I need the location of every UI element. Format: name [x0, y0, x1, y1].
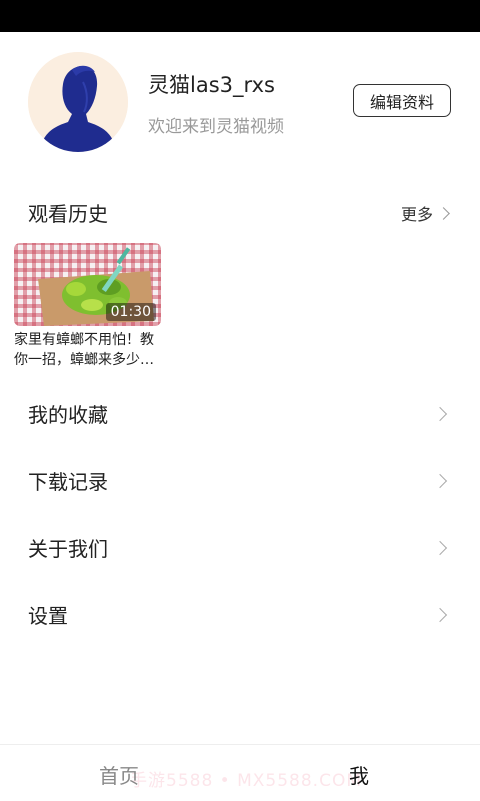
menu-item-label: 我的收藏	[28, 403, 108, 427]
username: 灵猫las3_rxs	[148, 73, 275, 97]
watch-history-title: 观看历史	[28, 202, 108, 226]
avatar[interactable]	[28, 52, 128, 152]
status-bar	[0, 0, 480, 32]
chevron-right-icon	[437, 206, 450, 220]
history-more-label: 更多	[400, 205, 433, 224]
video-duration: 01:30	[105, 303, 156, 321]
chevron-right-icon	[432, 540, 448, 555]
menu-list: 我的收藏 下载记录 关于我们 设置	[0, 380, 480, 648]
history-video-card[interactable]: 01:30 家里有蟑螂不用怕！教你一招，蟑螂来多少…	[14, 243, 162, 370]
profile-header: 灵猫las3_rxs 欢迎来到灵猫视频 编辑资料	[0, 32, 480, 182]
menu-item-about[interactable]: 关于我们	[0, 514, 480, 581]
welcome-text: 欢迎来到灵猫视频	[148, 117, 284, 137]
edit-profile-button[interactable]: 编辑资料	[353, 84, 451, 117]
chevron-right-icon	[432, 473, 448, 488]
tab-me[interactable]: 我	[349, 760, 369, 789]
menu-item-settings[interactable]: 设置	[0, 581, 480, 648]
watermark-text: 手游5588 • MX5588.COM	[130, 771, 362, 791]
video-thumbnail[interactable]: 01:30	[14, 243, 161, 326]
user-silhouette-icon	[28, 52, 128, 152]
bottom-tab-bar: 手游5588 • MX5588.COM 首页 我	[0, 744, 480, 801]
video-title: 家里有蟑螂不用怕！教你一招，蟑螂来多少…	[14, 332, 154, 368]
tab-home[interactable]: 首页	[99, 760, 139, 789]
menu-item-downloads[interactable]: 下载记录	[0, 447, 480, 514]
menu-item-label: 关于我们	[28, 537, 108, 561]
chevron-right-icon	[432, 406, 448, 421]
chevron-right-icon	[432, 607, 448, 622]
menu-item-label: 下载记录	[28, 470, 108, 494]
history-more-link[interactable]: 更多	[400, 201, 450, 225]
menu-item-favorites[interactable]: 我的收藏	[0, 380, 480, 447]
menu-item-label: 设置	[28, 604, 68, 628]
